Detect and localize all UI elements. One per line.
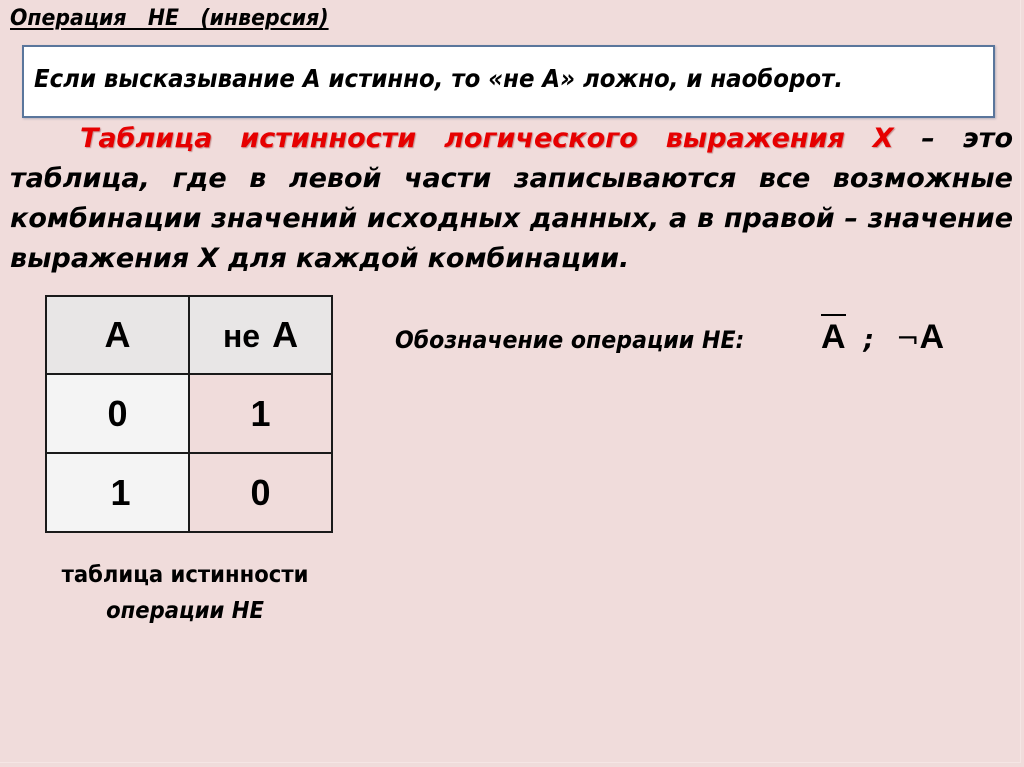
table-caption: таблица истинности операции НЕ — [20, 557, 350, 629]
caption-line-1: таблица истинности — [61, 562, 309, 588]
paragraph-line-2: таблица, где в левой части записываются … — [10, 159, 1013, 199]
paragraph-word: таблица, — [10, 163, 150, 194]
paragraph-word: это — [962, 123, 1013, 154]
header-not-prefix: не — [222, 318, 261, 354]
paragraph-word: в — [249, 163, 267, 194]
notation-row: Обозначение операции НЕ: А ; ¬ А — [395, 314, 944, 357]
definition-box: Если высказывание А истинно, то «не А» л… — [22, 45, 995, 118]
paragraph-word: а — [669, 203, 688, 234]
term-word: выражения — [665, 123, 845, 154]
paragraph-word: исходных — [366, 203, 521, 234]
cell-a: 1 — [45, 452, 190, 533]
negation-a-symbol: А — [919, 318, 944, 356]
paragraph-word: в — [697, 203, 715, 234]
paragraph-word: – — [844, 203, 858, 234]
cell-not-a: 1 — [188, 373, 333, 454]
paragraph-word: правой — [723, 203, 835, 234]
paragraph-word: выражения — [10, 243, 190, 274]
paragraph-word: значение — [867, 203, 1013, 234]
truth-table: А не А 0 1 1 0 — [45, 295, 333, 533]
header-not-var: А — [272, 314, 299, 355]
paragraph-word: Х — [198, 243, 219, 274]
paragraph-line-4: выражения Х для каждой комбинации. — [10, 239, 1013, 279]
paragraph-word: записываются — [513, 163, 737, 194]
paragraph-word: данных, — [529, 203, 660, 234]
paragraph-word: значений — [211, 203, 358, 234]
paragraph-word: комбинации. — [427, 243, 630, 274]
truth-table-definition-paragraph: Таблица истинности логического выражения… — [10, 119, 1013, 279]
cell-not-a: 0 — [188, 452, 333, 533]
term-word: Х — [872, 123, 894, 154]
paragraph-word: части — [404, 163, 492, 194]
overline-a-letter: А — [821, 318, 846, 356]
paragraph-word: комбинации — [10, 203, 202, 234]
header-a: А — [45, 295, 190, 375]
table-header-row: А не А — [45, 295, 333, 375]
term-word: логического — [444, 123, 638, 154]
slide-title: Операция НЕ (инверсия) — [10, 6, 329, 31]
table-row: 1 0 — [45, 452, 333, 533]
paragraph-word: каждой — [295, 243, 419, 274]
paragraph-word: все — [758, 163, 811, 194]
table-row: 0 1 — [45, 373, 333, 454]
notation-separator: ; — [863, 325, 874, 355]
paragraph-word: для — [227, 243, 287, 274]
paragraph-line-3: комбинации значений исходных данных, а в… — [10, 199, 1013, 239]
cell-a: 0 — [45, 373, 190, 454]
negation-sign-icon: ¬ — [895, 322, 920, 355]
definition-text: Если высказывание А истинно, то «не А» л… — [34, 64, 844, 93]
overline-a-symbol: А — [821, 314, 846, 357]
paragraph-line-1: Таблица истинности логического выражения… — [10, 119, 1013, 159]
paragraph-word: возможные — [832, 163, 1013, 194]
overline-bar — [821, 314, 846, 316]
notation-label: Обозначение операции НЕ: — [395, 326, 745, 354]
paragraph-word: где — [172, 163, 227, 194]
paragraph-word: – — [921, 123, 935, 154]
term-word: истинности — [240, 123, 417, 154]
term-word: Таблица — [80, 123, 213, 154]
caption-line-2: операции НЕ — [106, 598, 264, 624]
header-not-a: не А — [188, 295, 333, 375]
paragraph-word: левой — [288, 163, 382, 194]
